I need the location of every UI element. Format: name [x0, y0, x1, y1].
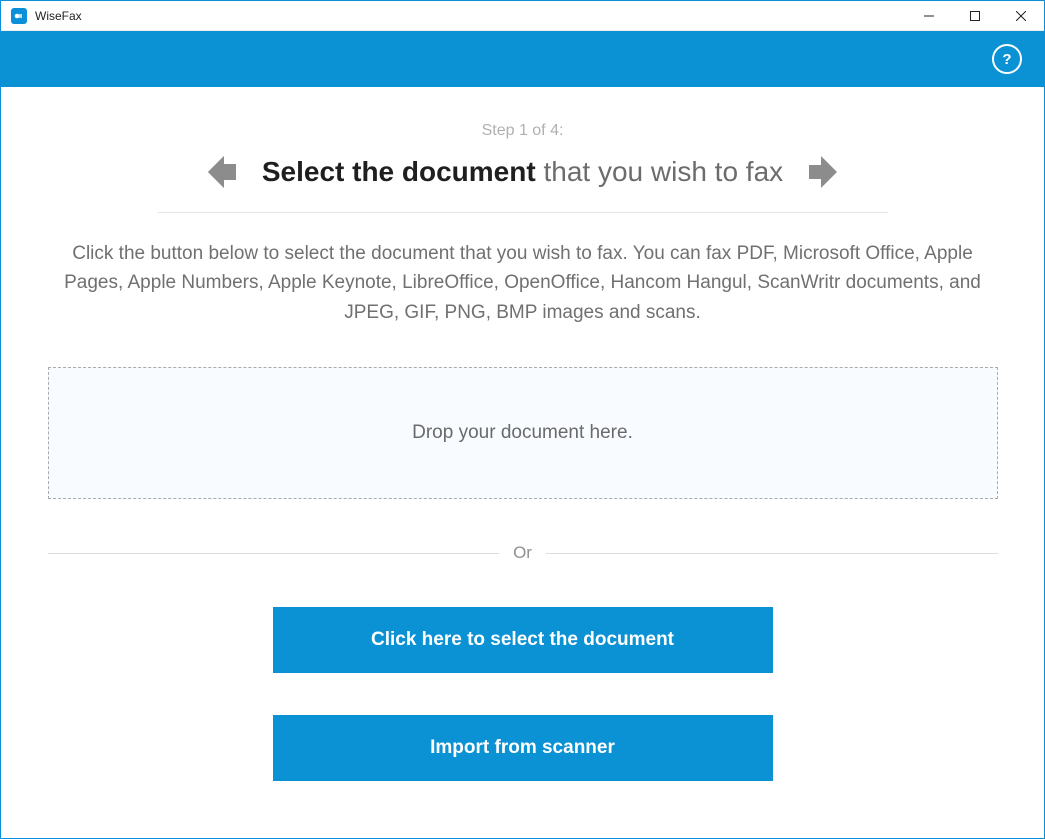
titlebar: WiseFax [1, 1, 1044, 31]
instructions-text: Click the button below to select the doc… [53, 239, 993, 327]
help-icon: ? [1002, 51, 1011, 68]
or-label: Or [513, 543, 532, 563]
or-separator: Or [48, 543, 998, 563]
maximize-button[interactable] [952, 1, 998, 31]
import-from-scanner-button[interactable]: Import from scanner [273, 715, 773, 781]
previous-step-arrow[interactable] [196, 150, 240, 194]
app-window: WiseFax ? Step 1 of 4: Select the docume… [0, 0, 1045, 839]
dropzone-label: Drop your document here. [412, 422, 633, 444]
document-dropzone[interactable]: Drop your document here. [48, 367, 998, 499]
next-step-arrow[interactable] [805, 150, 849, 194]
step-heading-bold: Select the document [262, 156, 536, 187]
app-icon [11, 8, 27, 24]
step-heading: Select the document that you wish to fax [262, 156, 783, 188]
step-heading-row: Select the document that you wish to fax [196, 150, 849, 194]
close-button[interactable] [998, 1, 1044, 31]
window-controls [906, 1, 1044, 31]
select-document-label: Click here to select the document [371, 629, 674, 651]
heading-divider [158, 212, 888, 213]
help-button[interactable]: ? [992, 44, 1022, 74]
window-title: WiseFax [35, 9, 82, 23]
separator-line-right [546, 553, 998, 554]
app-header: ? [1, 31, 1044, 87]
step-indicator: Step 1 of 4: [482, 122, 564, 140]
separator-line-left [48, 553, 500, 554]
import-scanner-label: Import from scanner [430, 737, 615, 759]
select-document-button[interactable]: Click here to select the document [273, 607, 773, 673]
minimize-button[interactable] [906, 1, 952, 31]
step-heading-rest: that you wish to fax [536, 156, 783, 187]
main-content: Step 1 of 4: Select the document that yo… [1, 87, 1044, 838]
